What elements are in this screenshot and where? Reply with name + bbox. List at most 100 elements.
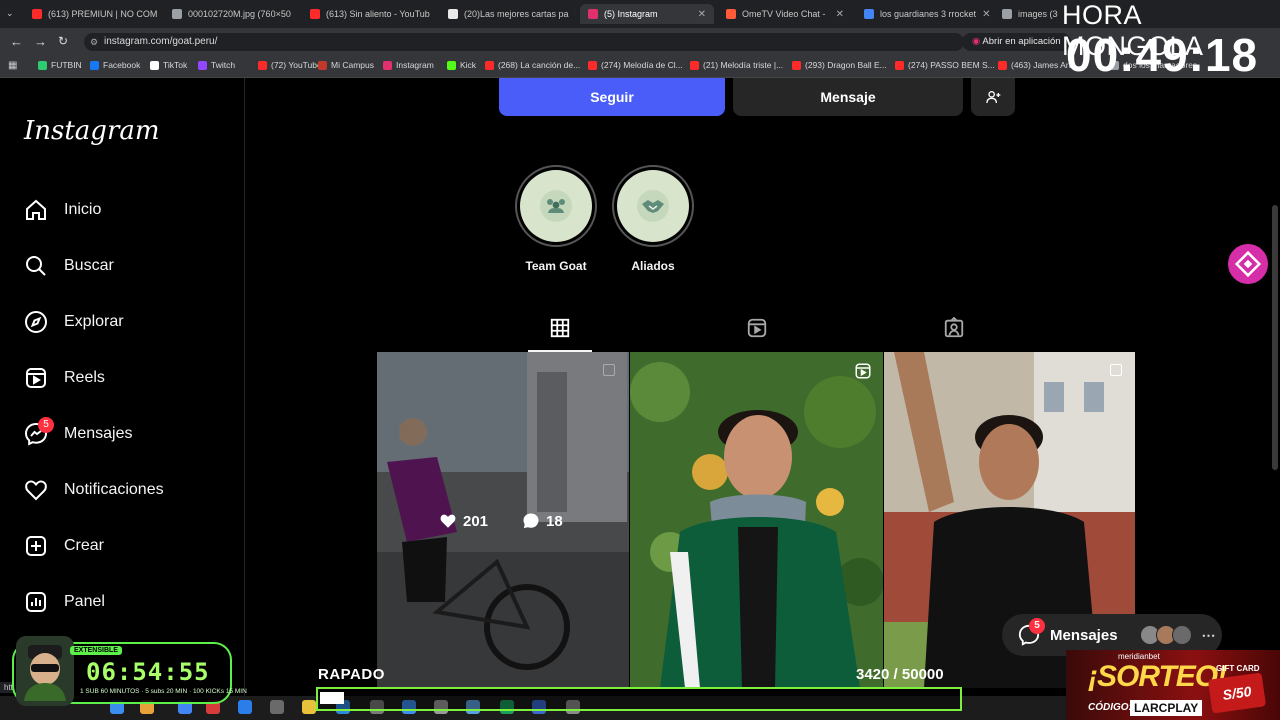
bookmark-item[interactable]: (72) YouTube	[258, 60, 322, 70]
sidebar-item-label: Buscar	[64, 257, 114, 274]
post-image-green-jacket	[630, 352, 883, 688]
tab-close-icon[interactable]: ✕	[836, 9, 844, 20]
comment-filled-icon	[523, 513, 539, 529]
tab-close-icon[interactable]: ✕	[698, 9, 706, 20]
tab-tagged[interactable]	[939, 316, 969, 340]
apps-grid-icon[interactable]: ▦	[8, 60, 17, 71]
tab-6[interactable]: OmeTV Video Chat - ✕	[718, 4, 852, 24]
overlay-clock: 00:49:18	[1066, 29, 1259, 81]
sidebar-item-label: Notificaciones	[64, 481, 164, 498]
highlight-team-goat[interactable]	[515, 165, 597, 247]
bookmark-label: (21) Melodía triste |...	[703, 60, 784, 70]
heart-icon	[25, 480, 47, 501]
scrollbar-thumb[interactable]	[1272, 205, 1278, 470]
bookmark-favicon-icon	[383, 60, 392, 70]
sidebar-item-reels[interactable]: Reels	[24, 358, 105, 398]
bookmark-favicon-icon	[150, 60, 159, 70]
bookmark-item[interactable]: (293) Dragon Ball E...	[792, 60, 887, 70]
bookmark-favicon-icon	[198, 60, 207, 70]
tab-2[interactable]: 000102720M.jpg (760×50 ✕	[164, 4, 298, 24]
tab-4[interactable]: (20)Las mejores cartas pa ✕	[440, 4, 576, 24]
bookmark-item[interactable]: TikTok	[150, 60, 187, 70]
sorteo-code: LARCPLAY	[1130, 700, 1203, 716]
bookmark-item[interactable]: Twitch	[198, 60, 235, 70]
follow-button[interactable]: Seguir	[499, 78, 725, 116]
taskbar-app-icon[interactable]	[302, 700, 316, 714]
sidebar-item-label: Panel	[64, 593, 105, 610]
tab-close-icon[interactable]: ✕	[575, 9, 576, 20]
tab-5[interactable]: (5) Instagram ✕	[580, 4, 714, 24]
message-button[interactable]: Mensaje	[733, 78, 963, 116]
compass-icon	[25, 311, 47, 333]
bookmark-item[interactable]: (21) Melodía triste |...	[690, 60, 783, 70]
bookmark-favicon-icon	[690, 60, 699, 70]
avatar	[1171, 625, 1192, 645]
bookmark-label: Twitch	[211, 60, 236, 70]
post-thumbnail[interactable]	[630, 352, 883, 688]
comments-count: 18	[546, 512, 563, 530]
timer-rules: 1 SUB 60 MINUTOS · 5 subs 20 MIN · 100 K…	[80, 688, 247, 695]
avatar-icon	[24, 645, 66, 701]
taskbar-app-icon[interactable]	[238, 700, 252, 714]
reload-icon[interactable]: ↻	[58, 34, 68, 48]
tab-posts[interactable]	[545, 316, 575, 340]
more-options-icon[interactable]: ⋯	[1202, 627, 1216, 644]
sorteo-title: ¡SORTEO!	[1088, 660, 1227, 693]
carousel-icon	[603, 364, 615, 376]
tab-label: OmeTV Video Chat -	[742, 9, 826, 19]
bookmark-item[interactable]: (274) Melodía de Cl...	[588, 60, 683, 70]
tab-search-chevron-icon[interactable]: ⌄	[6, 8, 14, 19]
tab-7[interactable]: los guardianes 3 rrocket ✕	[856, 4, 990, 24]
bookmark-item[interactable]: Mi Campus	[318, 60, 374, 70]
tab-3[interactable]: (613) Sin aliento - YouTub✕	[302, 4, 436, 24]
sidebar-item-crear[interactable]: Crear	[24, 526, 104, 566]
bookmark-item[interactable]: Kick	[447, 60, 476, 70]
site-info-icon[interactable]: ⚙	[90, 33, 98, 51]
tab-8[interactable]: images (300	[994, 4, 1058, 24]
bookmark-favicon-icon	[485, 60, 494, 70]
bookmark-item[interactable]: (274) PASSO BEM S...	[895, 60, 995, 70]
goal-current: 3420	[856, 666, 890, 683]
sidebar-item-notificaciones[interactable]: Notificaciones	[24, 470, 164, 510]
back-icon[interactable]: ←	[10, 34, 23, 49]
open-in-app-button[interactable]: ◉ Abrir en aplicación	[962, 33, 1071, 51]
chart-icon	[26, 592, 46, 612]
bookmark-item[interactable]: (268) La canción de...	[485, 60, 580, 70]
instagram-sidebar	[0, 78, 245, 720]
tab-label: (613) Sin aliento - YouTub	[326, 9, 430, 19]
gift-card-label: GIFT CARD	[1216, 664, 1260, 673]
tab-close-icon[interactable]: ✕	[982, 9, 990, 20]
tab-label: 000102720M.jpg (760×50	[188, 9, 291, 19]
messages-badge: 5	[38, 417, 54, 433]
bookmark-item[interactable]: Facebook	[90, 60, 140, 70]
instagram-logo[interactable]: Instagram	[24, 116, 160, 146]
goal-counter: 3420 / 50000	[856, 666, 944, 683]
diamond-icon	[1234, 250, 1262, 278]
sidebar-item-buscar[interactable]: Buscar	[24, 246, 114, 286]
carousel-icon	[1110, 364, 1122, 376]
tab-reels[interactable]	[742, 316, 772, 340]
post-image-cyclist	[377, 352, 629, 688]
bookmark-item[interactable]: FUTBIN	[38, 60, 82, 70]
post-likes: 201	[439, 512, 488, 530]
extension-floating-button[interactable]	[1228, 244, 1268, 284]
post-thumbnail[interactable]: 201 18	[377, 352, 629, 688]
bookmark-item[interactable]: Instagram	[383, 60, 434, 70]
goal-progress-fill	[320, 692, 344, 704]
tab-label: los guardianes 3 rrocket	[880, 9, 977, 19]
sidebar-item-explorar[interactable]: Explorar	[24, 302, 124, 342]
grid-icon	[550, 318, 570, 338]
tab-label: (5) Instagram	[604, 9, 658, 19]
url-field[interactable]: ⚙ instagram.com/goat.peru/	[84, 33, 964, 51]
streamer-avatar	[16, 636, 74, 706]
sidebar-item-panel[interactable]: Panel	[24, 582, 105, 622]
sidebar-item-label: Explorar	[64, 313, 124, 330]
forward-icon[interactable]: →	[34, 34, 47, 49]
taskbar-app-icon[interactable]	[270, 700, 284, 714]
sidebar-item-inicio[interactable]: Inicio	[24, 190, 101, 230]
suggested-users-button[interactable]	[971, 78, 1015, 116]
sidebar-item-mensajes[interactable]: 5 Mensajes	[24, 414, 132, 454]
tab-close-icon[interactable]: ✕	[297, 9, 298, 20]
tab-1[interactable]: (613) PREMIUN | NO COM✕	[24, 4, 160, 24]
highlight-aliados[interactable]	[612, 165, 694, 247]
